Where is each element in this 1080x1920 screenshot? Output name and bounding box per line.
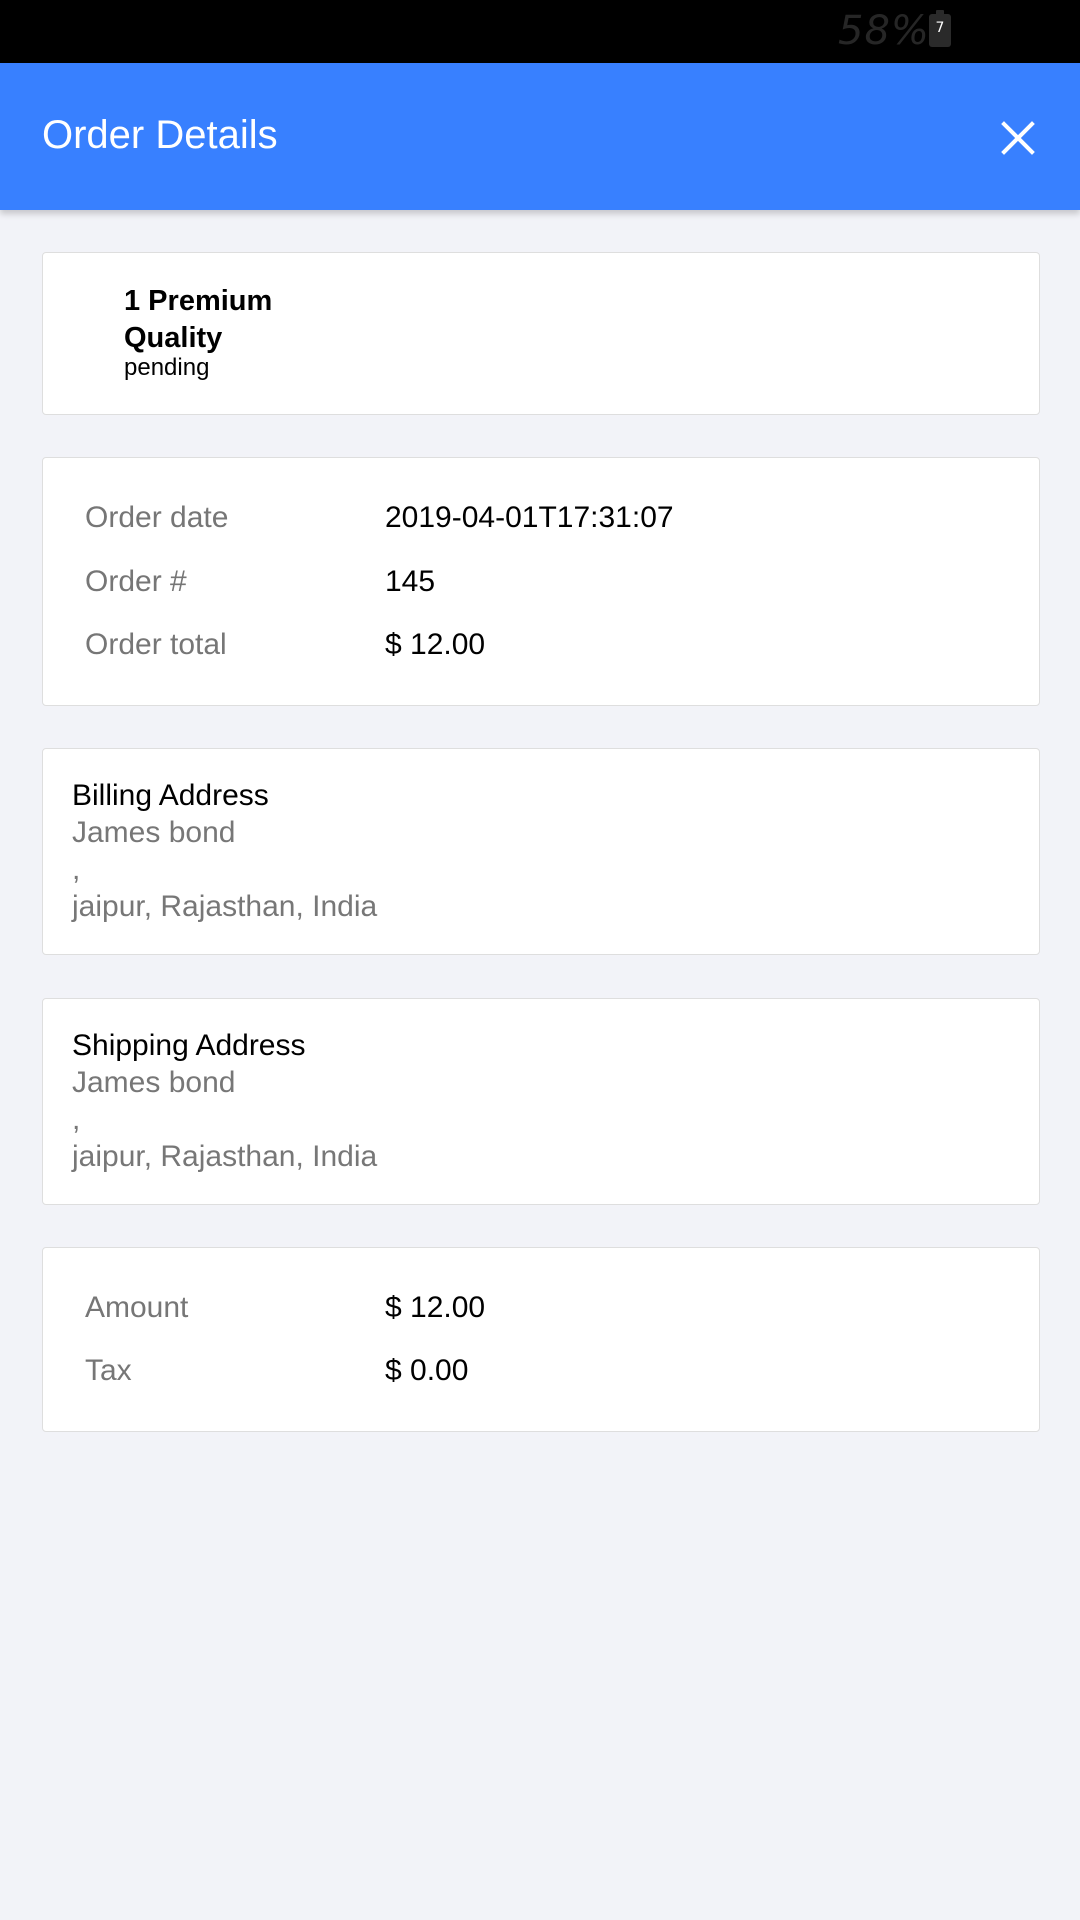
close-icon: [1001, 121, 1035, 155]
product-card: 1 Premium Quality pending: [42, 252, 1040, 415]
app-header: Order Details: [0, 63, 1080, 210]
close-button[interactable]: [990, 110, 1046, 166]
shipping-street: ,: [72, 1103, 81, 1136]
amount-row: Amount $ 12.00: [85, 1288, 985, 1328]
order-number-label: Order #: [85, 565, 187, 598]
order-info-card: Order date 2019-04-01T17:31:07 Order # 1…: [42, 457, 1040, 706]
battery-icon-digit: 7: [935, 20, 945, 36]
status-bar: 58% 7: [0, 0, 1080, 63]
shipping-address-title: Shipping Address: [72, 1029, 306, 1062]
order-total-row: Order total $ 12.00: [85, 625, 985, 665]
billing-name: James bond: [72, 816, 236, 849]
shipping-city-line: jaipur, Rajasthan, India: [72, 1140, 378, 1173]
totals-card: Amount $ 12.00 Tax $ 0.00: [42, 1247, 1040, 1432]
tax-row: Tax $ 0.00: [85, 1351, 985, 1391]
order-date-label: Order date: [85, 501, 229, 534]
tax-value: $ 0.00: [385, 1354, 469, 1387]
tax-label: Tax: [85, 1354, 132, 1387]
billing-address-title: Billing Address: [72, 779, 269, 812]
order-total-label: Order total: [85, 628, 227, 661]
battery-percent: 58%: [838, 8, 930, 54]
order-number-value: 145: [385, 565, 436, 598]
amount-label: Amount: [85, 1291, 189, 1324]
page-title: Order Details: [42, 113, 278, 157]
billing-city-line: jaipur, Rajasthan, India: [72, 890, 378, 923]
shipping-name: James bond: [72, 1066, 236, 1099]
order-total-value: $ 12.00: [385, 628, 486, 661]
order-date-row: Order date 2019-04-01T17:31:07: [85, 498, 985, 538]
battery-icon: 7: [929, 10, 951, 47]
order-date-value: 2019-04-01T17:31:07: [385, 501, 674, 534]
billing-street: ,: [72, 853, 81, 886]
order-number-row: Order # 145: [85, 562, 985, 602]
order-status: pending: [124, 354, 210, 381]
amount-value: $ 12.00: [385, 1291, 486, 1324]
product-name: 1 Premium Quality: [124, 285, 273, 354]
shipping-address-card: Shipping Address James bond , jaipur, Ra…: [42, 998, 1040, 1205]
billing-address-card: Billing Address James bond , jaipur, Raj…: [42, 748, 1040, 955]
